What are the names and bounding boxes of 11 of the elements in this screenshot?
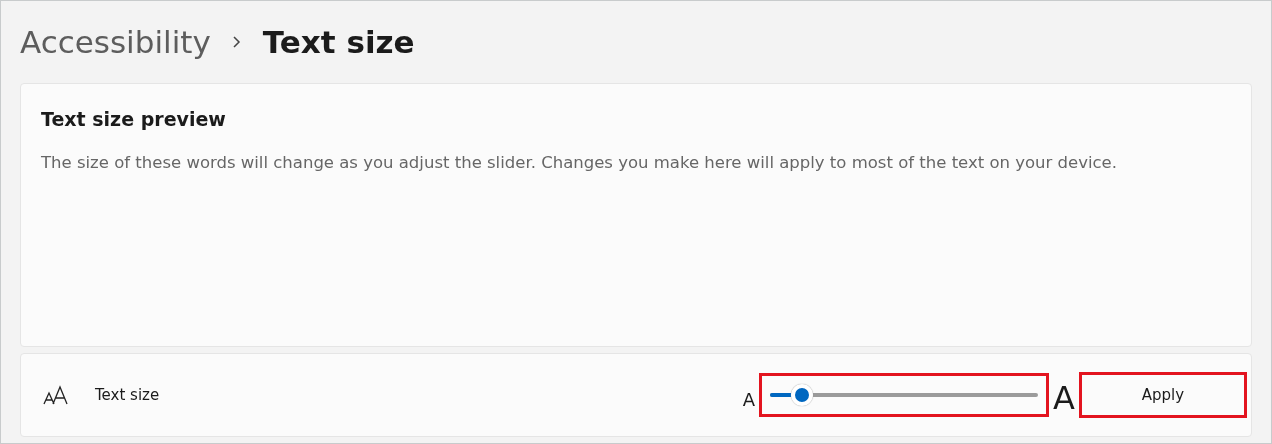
setting-label: Text size [95,386,160,404]
text-size-slider[interactable] [759,373,1050,417]
large-a-label: A [1053,379,1075,417]
preview-text: The size of these words will change as you adjust the slider. Changes you make here will apply to most of the text on your device. [41,152,1119,174]
apply-button[interactable]: Apply [1079,372,1247,418]
preview-title: Text size preview [41,108,227,130]
breadcrumb-link[interactable]: Accessibility [20,24,211,60]
chevron-icon [230,35,241,49]
text-size-icon [43,385,69,405]
small-a-label: A [742,388,756,410]
page-title: Text size [262,24,415,60]
